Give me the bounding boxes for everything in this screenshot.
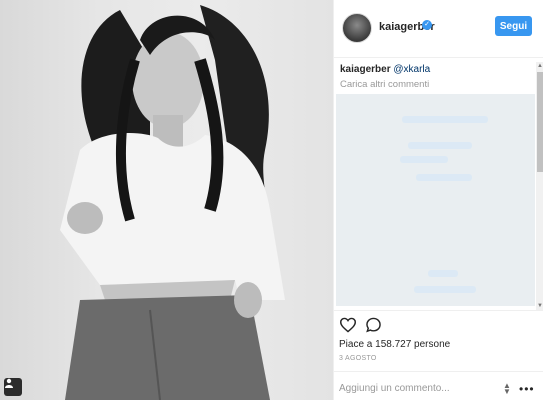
photo-illustration bbox=[60, 5, 285, 400]
blurred-comments-area bbox=[336, 94, 535, 306]
follow-button[interactable]: Segui bbox=[495, 16, 532, 36]
comments-section: kaiagerber @xkarla Carica altri commenti bbox=[334, 58, 543, 310]
spinner-icon[interactable]: ▲ ▼ bbox=[503, 382, 511, 396]
comment-bubble-icon[interactable] bbox=[365, 317, 382, 338]
more-options-icon[interactable]: ••• bbox=[519, 382, 535, 396]
verified-badge-icon: ✓ bbox=[422, 20, 432, 30]
avatar[interactable] bbox=[342, 13, 372, 43]
add-comment-bar: ▲▼ ••• bbox=[334, 371, 543, 400]
post-photo[interactable] bbox=[0, 0, 333, 400]
scroll-down-arrow-icon[interactable]: ▼ bbox=[536, 302, 543, 310]
post-date: 3 AGOSTO bbox=[339, 355, 377, 362]
post-header: kaiagerber ✓ Segui bbox=[334, 0, 543, 58]
comments-scrollbar[interactable]: ▲ ▼ bbox=[536, 62, 543, 310]
post-actions: Piace a 158.727 persone 3 AGOSTO ▲▼ ••• bbox=[334, 310, 543, 400]
scroll-up-arrow-icon[interactable]: ▲ bbox=[536, 62, 543, 70]
post-caption: kaiagerber @xkarla bbox=[340, 64, 430, 75]
caption-mention[interactable]: @xkarla bbox=[393, 64, 430, 75]
caption-username[interactable]: kaiagerber bbox=[340, 64, 391, 75]
post-side-panel: kaiagerber ✓ Segui kaiagerber @xkarla Ca… bbox=[333, 0, 543, 400]
comment-input[interactable] bbox=[339, 380, 489, 396]
likes-count[interactable]: Piace a 158.727 persone bbox=[339, 339, 450, 350]
heart-icon[interactable] bbox=[339, 317, 357, 338]
scrollbar-thumb[interactable] bbox=[537, 72, 543, 172]
load-more-comments-link[interactable]: Carica altri commenti bbox=[340, 79, 429, 90]
user-tag-icon[interactable] bbox=[4, 378, 22, 396]
